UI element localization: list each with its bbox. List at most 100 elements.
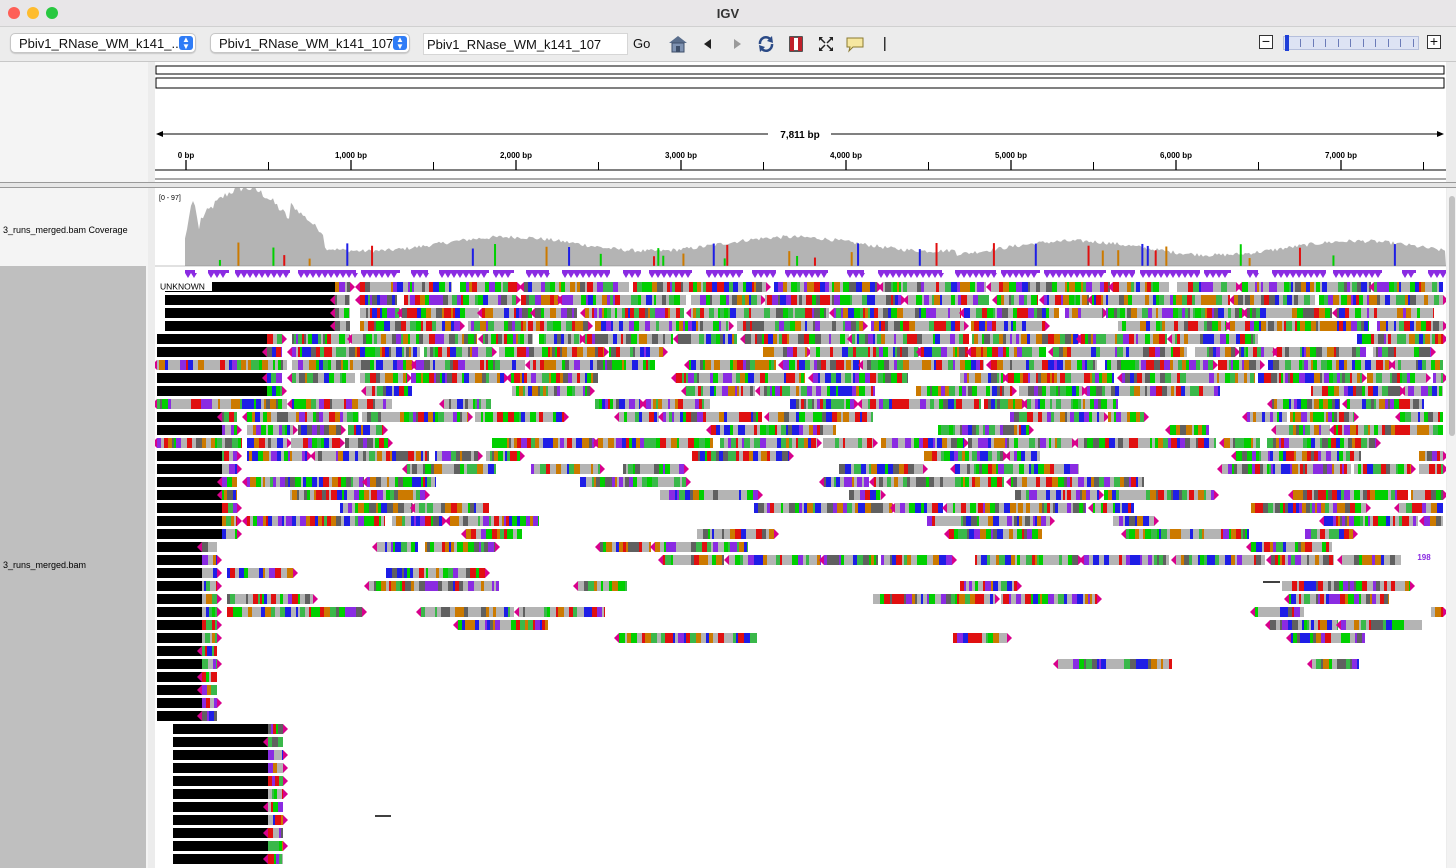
read-base: [1417, 308, 1420, 318]
read-base: [1307, 399, 1312, 409]
read-base: [1073, 503, 1079, 513]
read-base: [993, 308, 995, 318]
locus-search-input[interactable]: Pbiv1_RNase_WM_k141_107: [423, 33, 628, 55]
read-base: [939, 282, 945, 292]
read-base: [227, 464, 229, 474]
home-icon[interactable]: [668, 34, 688, 54]
read-base: [435, 334, 441, 344]
read-base: [1033, 477, 1036, 487]
read-base: [413, 347, 417, 357]
zoom-in-button[interactable]: +: [1427, 34, 1441, 49]
genome-dropdown[interactable]: Pbiv1_RNase_WM_k141_... ▲ ▼: [10, 33, 196, 53]
insertion-bar: [298, 270, 356, 273]
read-base: [1387, 308, 1393, 318]
read-base: [968, 386, 972, 396]
alignment-track-name-panel[interactable]: 3_runs_merged.bam: [0, 266, 146, 868]
read-base: [596, 477, 600, 487]
read-base: [1146, 490, 1150, 500]
read-base: [1276, 438, 1279, 448]
read-base: [1418, 412, 1420, 422]
alignment-track-name[interactable]: 3_runs_merged.bam: [3, 560, 86, 570]
resize-icon[interactable]: [816, 34, 836, 54]
read-base: [1268, 503, 1273, 513]
read-base: [618, 282, 623, 292]
popup-text-icon[interactable]: [845, 34, 865, 54]
read-base: [348, 360, 350, 370]
ruler-line-icon[interactable]: [875, 34, 895, 54]
coverage-track-name[interactable]: 3_runs_merged.bam Coverage: [3, 225, 128, 235]
zoom-slider-thumb[interactable]: [1285, 35, 1289, 51]
read-base: [1355, 503, 1361, 513]
read-base: [1304, 360, 1308, 370]
read-base: [1350, 451, 1354, 461]
read-base: [433, 347, 435, 357]
read-base: [837, 412, 841, 422]
read-base: [1311, 373, 1314, 383]
strand-arrow: [461, 529, 466, 539]
read-base: [1254, 360, 1256, 370]
go-button[interactable]: Go: [633, 36, 650, 51]
read-base: [495, 360, 500, 370]
read-base: [1182, 490, 1187, 500]
read-base: [325, 451, 330, 461]
read-base: [1101, 295, 1103, 305]
read-base: [1134, 334, 1136, 344]
alignment-view[interactable]: [0 - 97] UNKNOWN 198: [155, 188, 1446, 868]
zoom-out-button[interactable]: −: [1259, 34, 1273, 49]
read-base: [347, 412, 353, 422]
insertion-triangle: [938, 273, 944, 278]
read-base: [821, 360, 826, 370]
read-base: [377, 308, 380, 318]
read-base: [836, 373, 841, 383]
read-base: [1273, 503, 1275, 513]
read-base: [282, 516, 284, 526]
read-base: [537, 347, 542, 357]
chromosome-dropdown[interactable]: Pbiv1_RNase_WM_k141_107 ▲ ▼: [210, 33, 410, 53]
read-base: [821, 503, 824, 513]
back-icon[interactable]: [698, 34, 718, 54]
insertion-bar: [562, 270, 610, 273]
read-base: [1305, 321, 1309, 331]
insertion-bar: [1044, 270, 1106, 273]
read-base: [1234, 295, 1238, 305]
chromosome-ideogram[interactable]: [155, 65, 1445, 75]
read-base: [1034, 347, 1039, 357]
read-base: [1145, 282, 1147, 292]
read-base: [643, 308, 645, 318]
read-base: [735, 529, 741, 539]
read-base: [799, 425, 803, 435]
read-base: [1216, 347, 1220, 357]
zoom-slider[interactable]: [1283, 36, 1419, 50]
read-base: [361, 425, 363, 435]
read-base: [462, 412, 467, 422]
read-base: [809, 308, 812, 318]
read-base: [710, 373, 713, 383]
read-base: [505, 347, 508, 357]
read-base: [1229, 334, 1234, 344]
forward-icon[interactable]: [727, 34, 747, 54]
read-base: [1374, 425, 1378, 435]
insertion-triangle: [580, 273, 586, 278]
read-base: [1235, 373, 1238, 383]
read-base: [1174, 386, 1176, 396]
read-base: [673, 464, 677, 474]
refresh-icon[interactable]: [756, 34, 776, 54]
read-base: [435, 360, 439, 370]
read-base: [1344, 386, 1348, 396]
read-base: [816, 386, 821, 396]
region-of-interest-icon[interactable]: [786, 34, 806, 54]
insertion-triangle: [629, 273, 635, 278]
read-base: [495, 282, 501, 292]
read-base: [710, 386, 714, 396]
read-base: [1313, 412, 1319, 422]
read-base: [921, 503, 924, 513]
read-base: [779, 334, 782, 344]
read-base: [1038, 464, 1044, 474]
coverage-histogram[interactable]: [185, 188, 1446, 266]
read-base: [1126, 490, 1132, 500]
read-base: [1199, 529, 1202, 539]
data-panel[interactable]: [0 - 97] UNKNOWN 198: [155, 188, 1446, 868]
read-base: [667, 282, 670, 292]
read-base: [1173, 360, 1178, 370]
insertion-triangle: [586, 273, 592, 278]
